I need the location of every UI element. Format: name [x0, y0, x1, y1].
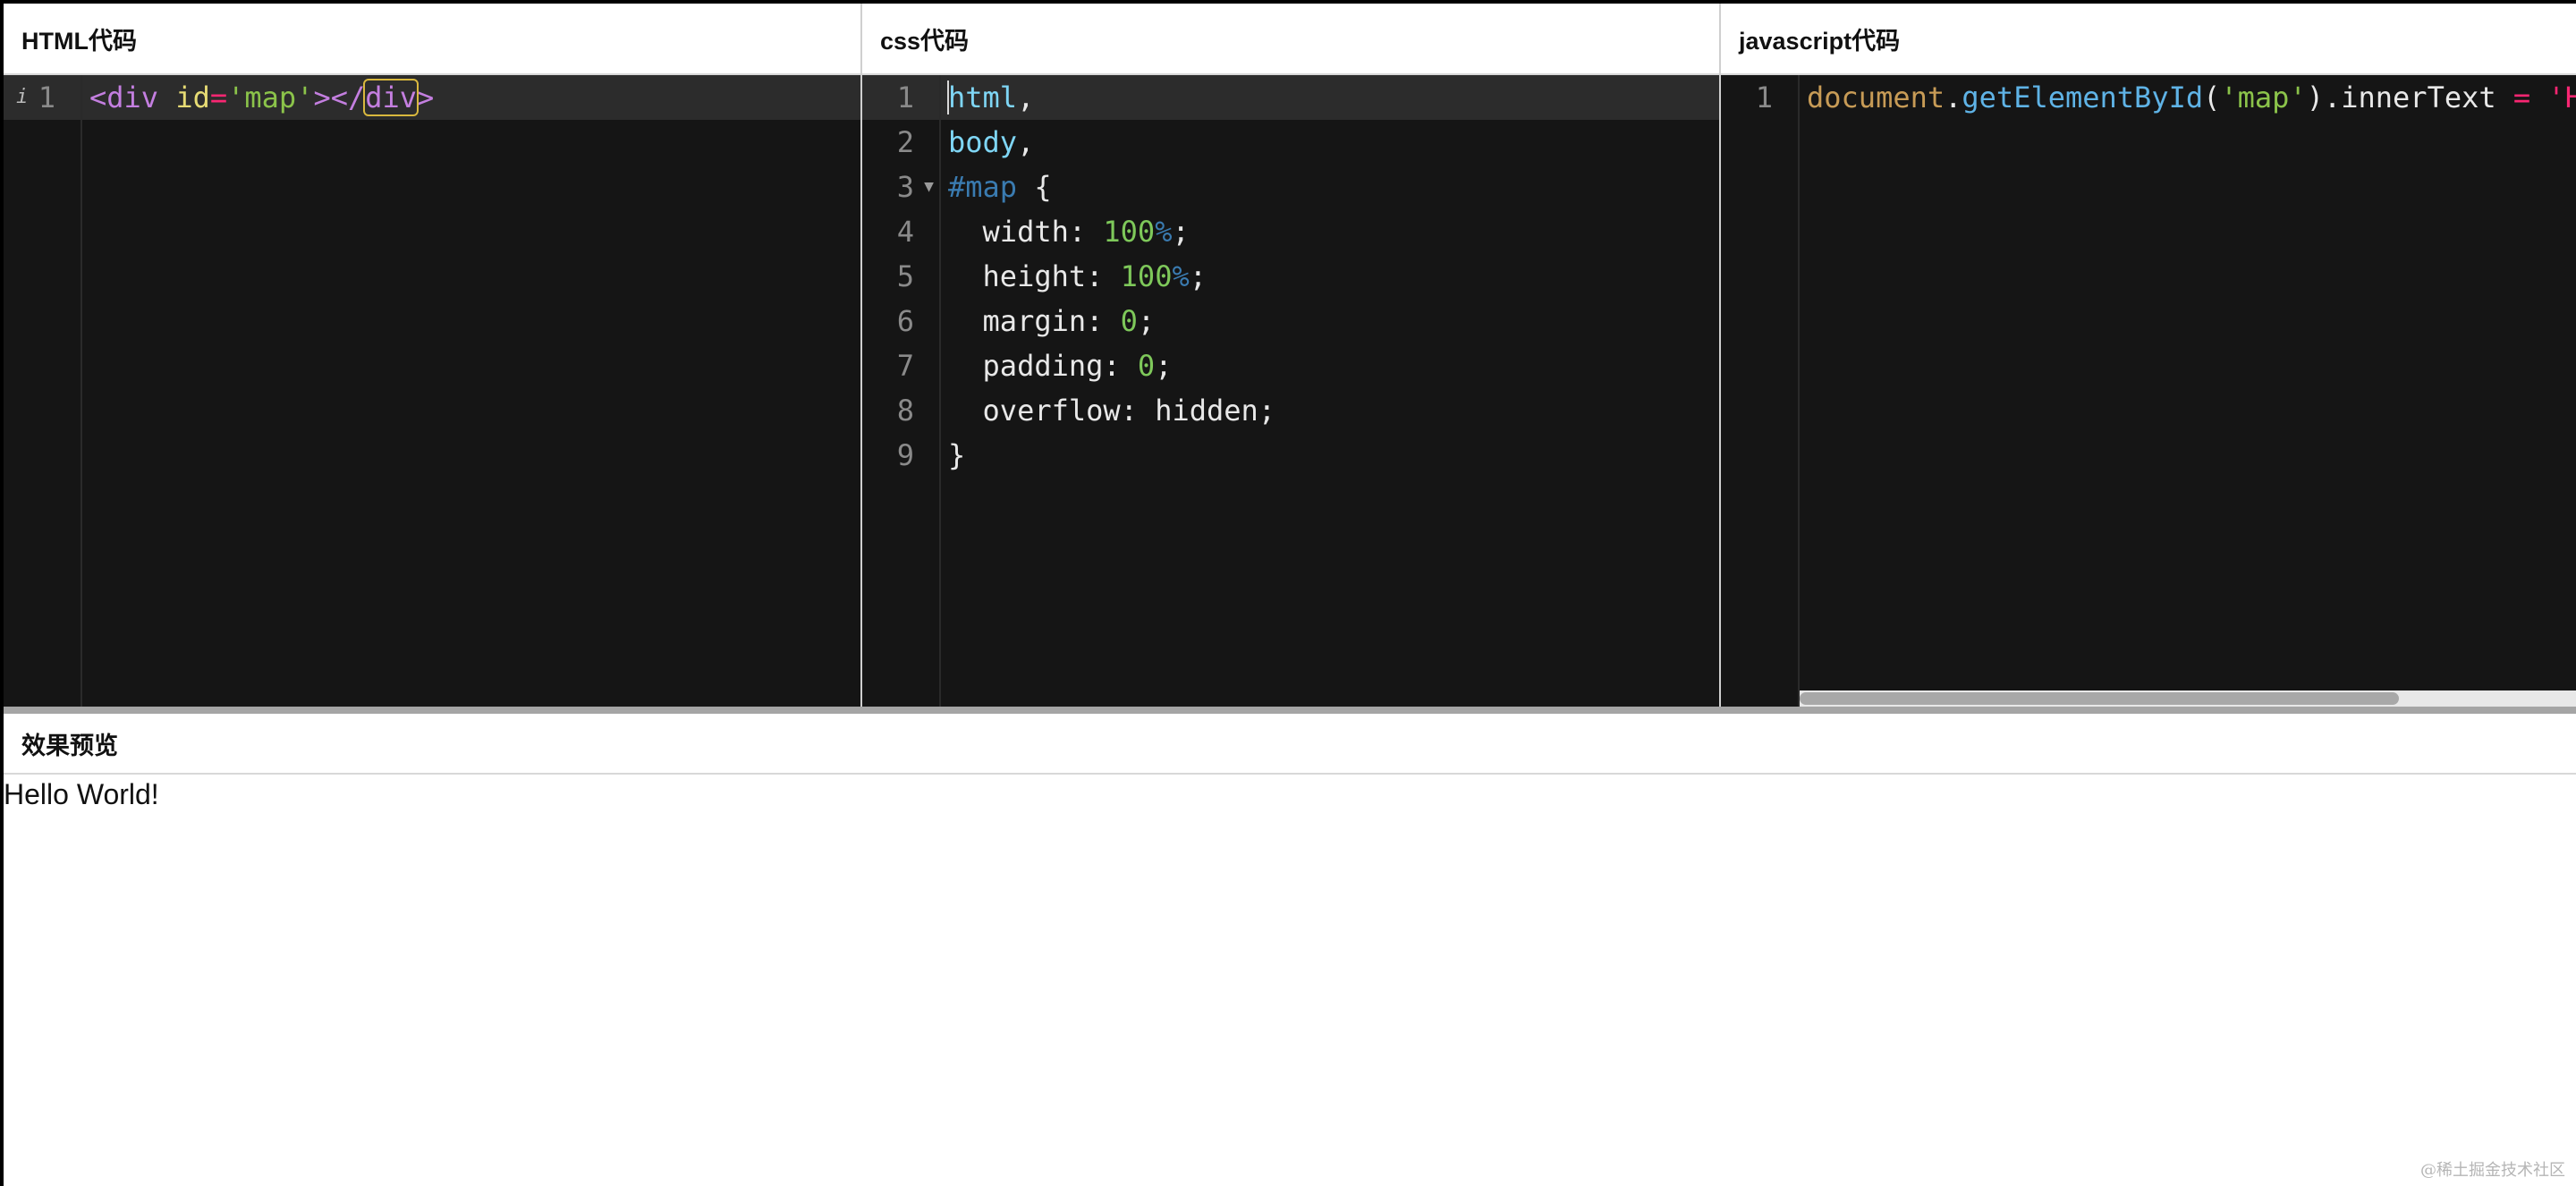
watermark: @稀土掘金技术社区 — [2420, 1161, 2565, 1180]
code-line: margin: 0; — [941, 299, 1719, 343]
code-line: overflow: hidden; — [948, 394, 1276, 428]
token-punct: , — [1017, 125, 1035, 159]
js-code-area[interactable]: document.getElementById('map').innerText… — [1800, 75, 2576, 707]
line-number: 5 — [896, 259, 914, 293]
text-cursor — [947, 80, 949, 114]
token-operator: = — [2496, 80, 2548, 114]
token-tag-bracket: > — [417, 80, 435, 114]
line-number: 2 — [896, 125, 914, 159]
line-number: 1 — [862, 75, 939, 120]
token-number: 100 — [1120, 259, 1173, 293]
html-gutter: i 1 — [4, 75, 82, 707]
line-number: 3 ▼ — [862, 165, 939, 209]
token-string: 'map' — [227, 80, 314, 114]
token-punct: ; — [1189, 259, 1207, 293]
token-number: 0 — [1120, 304, 1138, 338]
token-punct: , — [1017, 80, 1035, 114]
token-punct: ( — [2203, 80, 2221, 114]
css-editor[interactable]: 1 2 3 ▼ 4 5 6 7 8 9 html, body, #map { wi… — [862, 75, 1719, 707]
code-line: width: 100%; — [941, 209, 1719, 254]
html-code-area[interactable]: <div id='map'></div> — [82, 75, 860, 707]
token-property: padding: — [948, 349, 1138, 383]
token-property: margin: — [948, 304, 1121, 338]
token-property: ).innerText — [2306, 80, 2496, 114]
code-line: padding: 0; — [941, 343, 1719, 388]
token-punct: { — [1017, 170, 1052, 204]
token-tag-name: div — [106, 80, 159, 114]
css-panel: css代码 1 2 3 ▼ 4 5 6 7 8 9 html, body, #ma… — [862, 4, 1721, 707]
token-id-selector: #map — [948, 170, 1018, 204]
info-icon: i — [16, 86, 29, 108]
token-punct: ; — [1137, 304, 1156, 338]
token-property: width: — [948, 215, 1104, 249]
line-number: 1 — [1755, 80, 1773, 114]
line-number: 7 — [896, 349, 914, 383]
preview-output: Hello World! — [4, 778, 159, 810]
html-panel: HTML代码 i 1 <div id='map'></div> — [4, 4, 862, 707]
token-selector: html — [948, 80, 1018, 114]
scrollbar-thumb[interactable] — [1800, 692, 2399, 705]
fold-arrow-icon[interactable]: ▼ — [924, 165, 934, 209]
css-panel-title: css代码 — [862, 4, 1719, 75]
js-editor[interactable]: 1 document.getElementById('map').innerTe… — [1721, 75, 2576, 707]
code-line: height: 100%; — [941, 254, 1719, 299]
token-tag-name-matched: div — [363, 79, 419, 116]
line-number: 6 — [896, 304, 914, 338]
token-punct: ; — [1172, 215, 1190, 249]
css-code-area[interactable]: html, body, #map { width: 100%; height: … — [941, 75, 1719, 707]
token-property: height: — [948, 259, 1121, 293]
code-line: html, — [941, 75, 1719, 120]
token-tag-bracket: ></ — [313, 80, 366, 114]
js-gutter: 1 — [1721, 75, 1800, 707]
token-punct: ; — [1155, 349, 1173, 383]
token-string-partial: 'H — [2547, 80, 2576, 114]
token-equals: = — [209, 80, 228, 114]
line-number: 9 — [896, 438, 914, 472]
horizontal-scrollbar[interactable] — [1800, 690, 2576, 707]
html-editor[interactable]: i 1 <div id='map'></div> — [4, 75, 860, 707]
code-line: #map { — [941, 165, 1719, 209]
token-object: document — [1807, 80, 1945, 114]
line-number: 4 — [896, 215, 914, 249]
token-number: 100 — [1103, 215, 1156, 249]
preview-panel: 效果预览 Hello World! @稀土掘金技术社区 — [4, 707, 2576, 1186]
token-string: 'map' — [2220, 80, 2307, 114]
code-line: body, — [941, 120, 1719, 165]
token-unit: % — [1172, 259, 1190, 293]
token-punct: . — [1945, 80, 1962, 114]
html-panel-title: HTML代码 — [4, 4, 860, 75]
token-function: getElementById — [1962, 80, 2204, 114]
editor-panels: HTML代码 i 1 <div id='map'></div> css代码 1 — [4, 4, 2576, 707]
token-selector: body — [948, 125, 1018, 159]
token-tag-bracket: < — [89, 80, 107, 114]
css-gutter: 1 2 3 ▼ 4 5 6 7 8 9 — [862, 75, 941, 707]
playground-root: HTML代码 i 1 <div id='map'></div> css代码 1 — [0, 0, 2576, 1186]
token-attribute: id — [158, 80, 210, 114]
code-line: } — [948, 438, 966, 472]
token-number: 0 — [1137, 349, 1156, 383]
js-panel-title: javascript代码 — [1721, 4, 2576, 75]
preview-title: 效果预览 — [4, 714, 2576, 775]
code-line: document.getElementById('map').innerText… — [1800, 75, 2576, 120]
code-line: <div id='map'></div> — [82, 75, 860, 120]
line-number: i 1 — [4, 75, 80, 120]
token-unit: % — [1155, 215, 1173, 249]
line-number: 8 — [896, 394, 914, 428]
js-panel: javascript代码 1 document.getElementById('… — [1721, 4, 2576, 707]
